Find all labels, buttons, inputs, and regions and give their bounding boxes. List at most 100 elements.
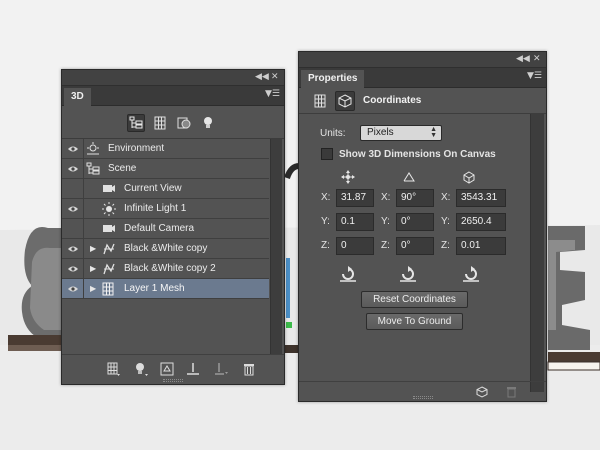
scale-y-field[interactable]: 2650.4 <box>456 213 506 231</box>
mesh-icon <box>102 242 116 259</box>
close-icon[interactable]: ✕ <box>533 54 541 65</box>
layer-label: Black &White copy <box>124 243 208 254</box>
rotation-z-label: Z: <box>381 240 390 251</box>
camera-icon <box>102 182 116 197</box>
position-x-field[interactable]: 31.87 <box>336 189 374 207</box>
position-z-field[interactable]: 0 <box>336 237 374 255</box>
visibility-eye-icon[interactable] <box>62 279 84 299</box>
add-light-icon[interactable] <box>132 360 150 378</box>
units-label: Units: <box>320 128 346 139</box>
add-mesh-icon[interactable] <box>104 360 122 378</box>
position-y-field[interactable]: 0.1 <box>336 213 374 231</box>
rotation-y-label: Y: <box>381 216 390 227</box>
visibility-slot[interactable] <box>62 179 84 199</box>
coordinates-body: Units: Pixels ▲ ▼ Show 3D Dimensions On C… <box>299 114 546 392</box>
filter-toolbar <box>62 106 284 139</box>
properties-scrollbar[interactable] <box>530 114 544 392</box>
layer-label: Default Camera <box>124 223 195 234</box>
panel-3d-titlebar[interactable]: ◀◀ ✕ <box>62 70 284 86</box>
tab-3d[interactable]: 3D <box>64 88 91 106</box>
expand-arrow-icon[interactable]: ▶ <box>90 284 96 293</box>
layer-row-current-view[interactable]: Current View <box>62 179 269 199</box>
scale-x-field[interactable]: 3543.31 <box>456 189 506 207</box>
rotation-x-field[interactable]: 90° <box>396 189 434 207</box>
units-select[interactable]: Pixels ▲ ▼ <box>360 125 442 141</box>
expand-arrow-icon[interactable]: ▶ <box>90 264 96 273</box>
rotate-icon <box>403 172 415 185</box>
rotation-z-field[interactable]: 0° <box>396 237 434 255</box>
mesh-icon <box>314 94 326 108</box>
layer-list-scrollbar[interactable] <box>270 139 282 367</box>
scale-z-field[interactable]: 0.01 <box>456 237 506 255</box>
move-to-ground-button[interactable]: Move To Ground <box>366 313 463 330</box>
visibility-eye-icon[interactable] <box>62 199 84 219</box>
render-icon[interactable] <box>158 360 176 378</box>
coordinates-icon <box>338 94 352 108</box>
reset-scale-icon[interactable] <box>462 266 482 284</box>
reset-position-icon[interactable] <box>339 266 359 284</box>
scene-filter-icon <box>129 116 143 129</box>
reset-coordinates-button[interactable]: Reset Coordinates <box>361 291 468 308</box>
material-filter-button[interactable] <box>175 114 193 132</box>
layer-label: Environment <box>108 143 165 154</box>
expand-arrow-icon[interactable]: ▶ <box>90 244 96 253</box>
visibility-eye-icon[interactable] <box>62 239 84 259</box>
visibility-slot[interactable] <box>62 219 84 239</box>
visibility-eye-icon[interactable] <box>62 259 84 279</box>
mesh-properties-button[interactable] <box>311 92 329 110</box>
layer-label: Black &White copy 2 <box>124 263 216 274</box>
resize-grip[interactable] <box>163 379 183 382</box>
layer-row-infinite-light[interactable]: Infinite Light 1 <box>62 199 269 219</box>
drop-to-ground-icon[interactable] <box>184 360 202 378</box>
mesh-filter-button[interactable] <box>151 114 169 132</box>
light-icon <box>102 202 116 219</box>
layer-row-black-white-copy[interactable]: ▶ Black &White copy <box>62 239 269 259</box>
layer-row-black-white-copy-2[interactable]: ▶ Black &White copy 2 <box>62 259 269 279</box>
3d-panel: ◀◀ ✕ 3D ▼☰ Environment Scene Current Vie… <box>61 69 285 385</box>
properties-panel: ◀◀ ✕ Properties ▼☰ Coordinates Units: Pi… <box>298 51 547 402</box>
show-dimensions-checkbox[interactable] <box>321 148 333 160</box>
resize-grip[interactable] <box>412 396 433 399</box>
panel-menu-icon[interactable]: ▼☰ <box>527 71 542 81</box>
panel-menu-icon[interactable]: ▼☰ <box>265 89 280 99</box>
visibility-eye-icon[interactable] <box>62 159 84 179</box>
environment-icon <box>86 142 100 159</box>
section-title: Coordinates <box>363 95 422 106</box>
properties-header: Coordinates <box>299 88 546 114</box>
layer-label: Scene <box>108 163 137 174</box>
delete-icon[interactable] <box>502 383 520 401</box>
rotation-y-field[interactable]: 0° <box>396 213 434 231</box>
reset-rotation-icon[interactable] <box>399 266 419 284</box>
select-arrows-icon: ▲ ▼ <box>430 126 437 139</box>
layer-row-default-camera[interactable]: Default Camera <box>62 219 269 239</box>
close-icon[interactable]: ✕ <box>271 72 279 83</box>
layer-label: Infinite Light 1 <box>124 203 187 214</box>
scale-icon <box>462 170 476 187</box>
camera-icon <box>102 222 116 237</box>
collapse-icon[interactable]: ◀◀ <box>516 54 530 65</box>
material-filter-icon <box>177 117 191 129</box>
collapse-icon[interactable]: ◀◀ <box>255 72 269 83</box>
properties-tab-row: Properties ▼☰ <box>299 68 546 88</box>
layer-row-layer-1-mesh[interactable]: ▶ Layer 1 Mesh <box>62 279 269 299</box>
layer-row-environment[interactable]: Environment <box>62 139 269 159</box>
light-filter-button[interactable] <box>199 114 217 132</box>
scene-icon <box>86 162 100 179</box>
move-icon <box>341 170 355 187</box>
3d-layer-list: Environment Scene Current View Infinite … <box>62 139 284 367</box>
layer-row-scene[interactable]: Scene <box>62 159 269 179</box>
new-constraint-icon[interactable] <box>212 360 230 378</box>
render-icon[interactable] <box>473 383 491 401</box>
scene-filter-button[interactable] <box>127 114 145 132</box>
tab-properties[interactable]: Properties <box>301 70 365 88</box>
3d-panel-action-bar <box>62 354 284 384</box>
delete-icon[interactable] <box>240 360 258 378</box>
properties-titlebar[interactable]: ◀◀ ✕ <box>299 52 546 68</box>
units-select-value: Pixels <box>367 127 394 138</box>
light-filter-icon <box>204 117 212 128</box>
scale-y-label: Y: <box>441 216 450 227</box>
visibility-eye-icon[interactable] <box>62 139 84 159</box>
coordinates-button[interactable] <box>335 91 355 111</box>
position-y-label: Y: <box>321 216 330 227</box>
layer-label: Current View <box>124 183 182 194</box>
